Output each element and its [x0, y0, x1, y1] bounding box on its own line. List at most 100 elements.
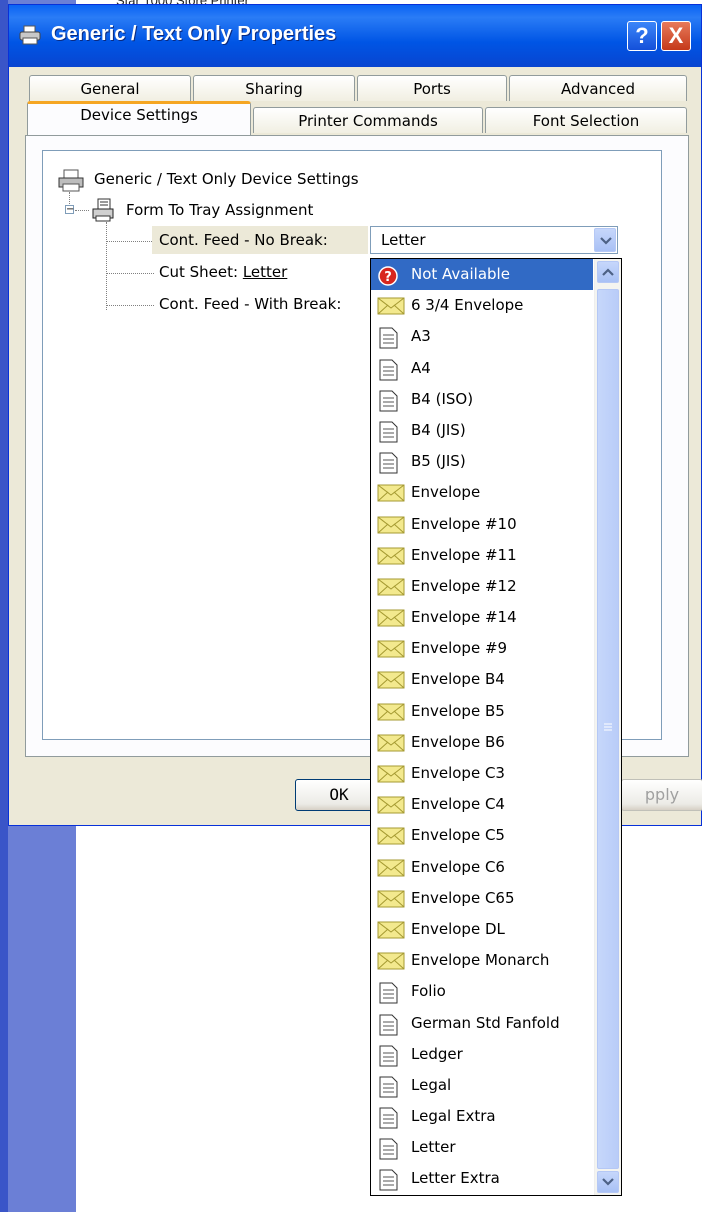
- tree-connector: [106, 241, 154, 242]
- dropdown-item-label: German Std Fanfold: [411, 1013, 560, 1032]
- dropdown-item[interactable]: Envelope #9: [371, 633, 593, 664]
- dropdown-item[interactable]: A3: [371, 321, 593, 352]
- printer-icon: [19, 25, 41, 45]
- form-tray-icon: [92, 198, 114, 222]
- dropdown-item[interactable]: B4 (JIS): [371, 415, 593, 446]
- dropdown-item[interactable]: Envelope #14: [371, 602, 593, 633]
- dropdown-item[interactable]: Envelope: [371, 477, 593, 508]
- title-bar[interactable]: Generic / Text Only Properties ? X: [9, 5, 701, 67]
- combobox-value: Letter: [381, 231, 426, 249]
- apply-button[interactable]: pply: [621, 779, 702, 811]
- tree-item-cut-sheet[interactable]: Cut Sheet: Letter: [159, 263, 287, 281]
- tab-advanced[interactable]: Advanced: [509, 75, 687, 101]
- tree-connector: [106, 305, 154, 306]
- vertical-scrollbar[interactable]: [594, 259, 621, 1195]
- dropdown-item[interactable]: Envelope C3: [371, 758, 593, 789]
- paper-size-dropdown-list[interactable]: ? Not Available 6 3/4 Envelope A3 A4 B4 (ISO)…: [370, 258, 622, 1196]
- tree-root-label[interactable]: Generic / Text Only Device Settings: [94, 170, 359, 188]
- printer-icon: [58, 169, 84, 192]
- dropdown-item-label: Envelope: [411, 483, 481, 502]
- tab-font-selection[interactable]: Font Selection: [485, 107, 687, 133]
- tree-item-cut-sheet-value: Letter: [242, 263, 288, 281]
- dropdown-item-label: Envelope B6: [411, 732, 505, 751]
- dropdown-item[interactable]: Envelope C65: [371, 883, 593, 914]
- dropdown-item-label: A4: [411, 358, 431, 377]
- tree-item-cut-sheet-label: Cut Sheet:: [159, 263, 243, 281]
- dropdown-item[interactable]: A4: [371, 353, 593, 384]
- dropdown-item[interactable]: Envelope B5: [371, 696, 593, 727]
- dropdown-item[interactable]: B5 (JIS): [371, 446, 593, 477]
- paper-size-combobox[interactable]: Letter: [370, 226, 618, 254]
- help-button[interactable]: ?: [627, 21, 657, 51]
- chevron-down-icon: [600, 237, 612, 245]
- dropdown-item[interactable]: Letter Extra: [371, 1163, 593, 1194]
- dropdown-item-label: Envelope B5: [411, 701, 505, 720]
- chevron-down-icon: [602, 1178, 614, 1186]
- dropdown-item-label: B5 (JIS): [411, 452, 466, 471]
- dropdown-item-label: Not Available: [411, 265, 510, 283]
- dropdown-item-label: Ledger: [411, 1044, 463, 1063]
- dropdown-item[interactable]: Envelope C5: [371, 820, 593, 851]
- tab-general[interactable]: General: [29, 75, 191, 101]
- dropdown-item[interactable]: German Std Fanfold: [371, 1008, 593, 1039]
- dropdown-item[interactable]: Envelope DL: [371, 914, 593, 945]
- scroll-down-button[interactable]: [597, 1171, 619, 1193]
- tree-connector: [106, 222, 107, 310]
- dropdown-item-label: Envelope C5: [411, 826, 505, 845]
- dropdown-item-label: Envelope #10: [411, 514, 517, 533]
- dropdown-item[interactable]: Envelope B4: [371, 664, 593, 695]
- window-title: Generic / Text Only Properties: [51, 23, 337, 45]
- tree-connector: [75, 210, 89, 211]
- dropdown-item[interactable]: B4 (ISO): [371, 384, 593, 415]
- dropdown-item-label: Envelope DL: [411, 919, 505, 938]
- tab-sharing[interactable]: Sharing: [193, 75, 355, 101]
- tab-device-settings[interactable]: Device Settings: [27, 101, 251, 135]
- tree-node-label[interactable]: Form To Tray Assignment: [126, 201, 313, 219]
- close-button[interactable]: X: [661, 21, 691, 51]
- desktop-edge: [0, 0, 8, 1212]
- tree-connector: [106, 273, 154, 274]
- page-icon: [377, 1169, 399, 1195]
- dropdown-item-label: B4 (JIS): [411, 420, 466, 439]
- dropdown-item[interactable]: Legal: [371, 1070, 593, 1101]
- dropdown-item[interactable]: Envelope C4: [371, 789, 593, 820]
- dropdown-item[interactable]: ? Not Available: [371, 259, 593, 291]
- dropdown-item[interactable]: Envelope C6: [371, 852, 593, 883]
- dropdown-item[interactable]: Envelope #10: [371, 509, 593, 540]
- dropdown-item-label: Folio: [411, 982, 446, 1001]
- dropdown-item[interactable]: Envelope #12: [371, 571, 593, 602]
- dropdown-item[interactable]: Envelope Monarch: [371, 945, 593, 976]
- chevron-up-icon: [602, 268, 614, 276]
- dropdown-item-label: 6 3/4 Envelope: [411, 296, 524, 315]
- dropdown-item[interactable]: 6 3/4 Envelope: [371, 290, 593, 321]
- dropdown-item-label: Envelope C3: [411, 764, 505, 782]
- tab-ports[interactable]: Ports: [357, 75, 507, 101]
- dropdown-item-label: Envelope #9: [411, 639, 508, 658]
- dropdown-item-label: Letter Extra: [411, 1169, 500, 1188]
- tree-item-cont-feed-no-break[interactable]: Cont. Feed - No Break:: [159, 231, 328, 249]
- dropdown-item-label: Legal: [411, 1075, 452, 1094]
- dropdown-item-label: Envelope #12: [411, 576, 517, 595]
- dropdown-item-label: Envelope C6: [411, 857, 505, 876]
- dropdown-item[interactable]: Legal Extra: [371, 1101, 593, 1132]
- dropdown-item[interactable]: Letter: [371, 1132, 593, 1163]
- dropdown-item[interactable]: Ledger: [371, 1039, 593, 1070]
- dropdown-item[interactable]: Envelope B6: [371, 727, 593, 758]
- scroll-thumb[interactable]: [597, 289, 619, 1169]
- dropdown-item-label: Envelope #14: [411, 608, 517, 627]
- dropdown-item-label: Letter: [411, 1138, 456, 1157]
- dropdown-items: ? Not Available 6 3/4 Envelope A3 A4 B4 (ISO)…: [371, 259, 593, 1195]
- dropdown-item-label: Envelope Monarch: [411, 951, 550, 970]
- scroll-up-button[interactable]: [597, 261, 619, 283]
- dropdown-item-label: Envelope #11: [411, 545, 517, 564]
- collapse-toggle[interactable]: −: [65, 205, 74, 215]
- dropdown-arrow-button[interactable]: [594, 228, 616, 252]
- tab-printer-commands[interactable]: Printer Commands: [253, 107, 483, 133]
- dropdown-item[interactable]: Folio: [371, 976, 593, 1007]
- dropdown-item-label: Envelope C65: [411, 888, 515, 907]
- dropdown-item-label: A3: [411, 327, 431, 346]
- tree-item-cont-feed-with-break[interactable]: Cont. Feed - With Break:: [159, 295, 341, 313]
- dropdown-item[interactable]: Envelope #11: [371, 540, 593, 571]
- dropdown-item-label: B4 (ISO): [411, 389, 474, 408]
- dropdown-item-label: Envelope B4: [411, 670, 505, 689]
